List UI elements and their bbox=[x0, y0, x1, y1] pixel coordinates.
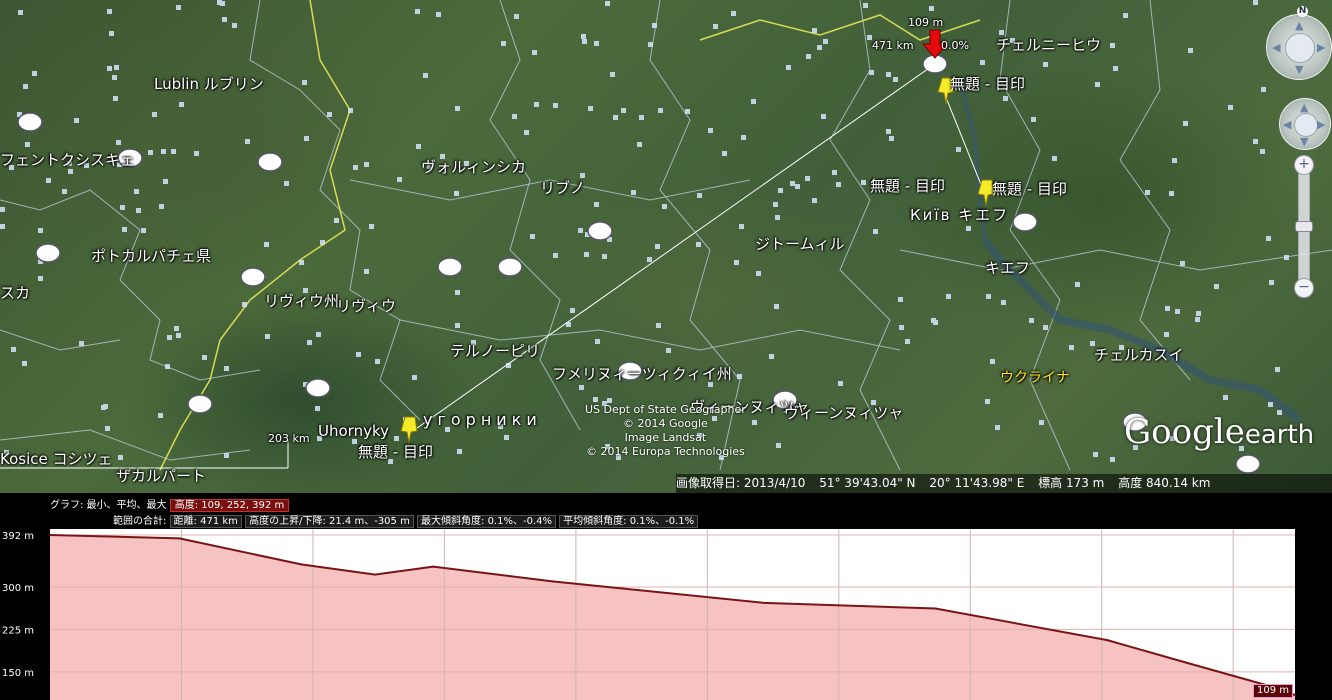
map-label-ska[interactable]: スカ bbox=[0, 282, 30, 303]
map-label-swietokrzyskie[interactable]: フェントクシスキェ bbox=[0, 149, 135, 170]
arrow-right-icon[interactable]: ▶ bbox=[1317, 42, 1325, 53]
arrow-left-icon[interactable]: ◀ bbox=[1283, 119, 1291, 130]
path-marker-slope: 0.0% bbox=[941, 39, 969, 52]
map-label-ternopil[interactable]: テルノーピリ bbox=[450, 340, 540, 361]
scale-bar-label: 203 km bbox=[268, 432, 310, 445]
placemark-label[interactable]: 無題 - 目印 bbox=[950, 73, 1025, 94]
map-label-ukraine[interactable]: ウクライナ bbox=[1000, 367, 1070, 387]
google-earth-logo: Googleearth bbox=[1124, 412, 1315, 452]
credit-line: © 2014 Google bbox=[623, 417, 708, 430]
map-label-chernihiv[interactable]: チェルニーヒウ bbox=[996, 34, 1101, 55]
hand-icon[interactable] bbox=[1294, 113, 1318, 137]
path-marker-distance: 471 km bbox=[872, 39, 914, 52]
elevation-readout: 標高 173 m bbox=[1038, 476, 1105, 490]
map-label-lviv[interactable]: リヴィウ bbox=[336, 295, 396, 316]
map-label-rivne[interactable]: リブノ bbox=[540, 177, 585, 198]
map-label-vinnytsia-2[interactable]: ヴィーンヌィツャ bbox=[784, 402, 903, 423]
elevation-point bbox=[934, 607, 937, 610]
map-label-cherkasy[interactable]: チェルカスイ bbox=[1094, 344, 1184, 365]
map-label-uhornyky[interactable]: Uhornyky bbox=[318, 422, 389, 440]
placemark-label[interactable]: 無題 - 目印 bbox=[992, 178, 1067, 199]
zoom-out-button[interactable]: − bbox=[1294, 278, 1314, 298]
elevation-point bbox=[432, 565, 435, 568]
arrow-right-icon[interactable]: ▶ bbox=[1317, 119, 1325, 130]
arrow-up-icon[interactable]: ▲ bbox=[1300, 102, 1308, 113]
credit-line: © 2014 Europa Technologies bbox=[585, 445, 745, 458]
longitude-readout: 20° 11'43.98" E bbox=[929, 476, 1025, 490]
eye-altitude-readout: 高度 840.14 km bbox=[1118, 476, 1211, 490]
map-label-lviv-oblast[interactable]: リヴィウ州 bbox=[264, 290, 339, 311]
elevation-point bbox=[1106, 639, 1109, 642]
latitude-readout: 51° 39'43.04" N bbox=[819, 476, 916, 490]
elevation-point bbox=[178, 537, 181, 540]
map-label-uhornyky-cyrillic[interactable]: угорники bbox=[423, 410, 542, 429]
zoom-slider-handle[interactable] bbox=[1295, 221, 1313, 232]
arrow-down-icon[interactable]: ▼ bbox=[1300, 136, 1308, 147]
placemark-label[interactable]: 無題 - 目印 bbox=[870, 175, 945, 196]
map-view[interactable]: Lublin ルブリン フェントクシスキェ ヴォルィンシカ リブノ ポトカルパチ… bbox=[0, 0, 1332, 493]
elevation-chart[interactable]: 392 m 300 m 225 m 150 m bbox=[0, 493, 1332, 700]
compass-north-icon[interactable]: N bbox=[1297, 6, 1308, 17]
elevation-profile-panel[interactable]: グラフ: 最小、平均、最大 高度: 109, 252, 392 m 範囲の合計:… bbox=[0, 493, 1332, 700]
eye-icon[interactable] bbox=[1285, 33, 1315, 63]
credit-line: Image Landsat bbox=[624, 431, 707, 444]
placemark-dots bbox=[0, 0, 1289, 464]
arrow-up-icon[interactable]: ▲ bbox=[1295, 20, 1303, 31]
map-label-lublin[interactable]: Lublin ルブリン bbox=[154, 73, 264, 94]
map-label-khmelnytskyi[interactable]: フメリヌィーツィクィイ州 bbox=[552, 363, 732, 384]
credit-line: US Dept of State Geographer bbox=[585, 403, 746, 416]
map-label-zhytomyr[interactable]: ジトームィル bbox=[755, 233, 845, 254]
y-tick-label: 225 m bbox=[2, 625, 34, 636]
elevation-point bbox=[551, 580, 554, 583]
map-label-kosice[interactable]: Kosice コシツェ bbox=[0, 448, 113, 469]
elevation-point bbox=[762, 601, 765, 604]
map-label-podkarpackie[interactable]: ポトカルパチェ県 bbox=[91, 245, 211, 266]
arrow-left-icon[interactable]: ◀ bbox=[1272, 42, 1280, 53]
elevation-end-marker: 109 m bbox=[1253, 684, 1294, 698]
y-tick-label: 392 m bbox=[2, 531, 34, 542]
attribution-credits: US Dept of State Geographer © 2014 Googl… bbox=[585, 403, 746, 459]
path-marker-elevation: 109 m bbox=[908, 16, 944, 29]
elevation-point bbox=[374, 573, 377, 576]
elevation-point bbox=[1294, 694, 1296, 696]
status-bar: 画像取得日: 2013/4/10 51° 39'43.04" N 20° 11'… bbox=[676, 474, 1332, 493]
zoom-in-button[interactable]: + bbox=[1294, 155, 1314, 175]
elevation-point bbox=[49, 534, 51, 536]
elevation-point bbox=[1185, 661, 1188, 664]
elevation-point bbox=[300, 563, 303, 566]
y-tick-label: 150 m bbox=[2, 668, 34, 679]
map-label-kyiv-oblast[interactable]: キエフ bbox=[985, 257, 1030, 278]
arrow-down-icon[interactable]: ▼ bbox=[1295, 64, 1303, 75]
y-tick-label: 300 m bbox=[2, 583, 34, 594]
move-control[interactable]: ▲ ▼ ◀ ▶ bbox=[1279, 98, 1331, 150]
placemark-label[interactable]: 無題 - 目印 bbox=[358, 441, 433, 462]
map-label-kyiv[interactable]: Київ キエフ bbox=[910, 204, 1009, 225]
map-label-zakarpattia[interactable]: ザカルパート bbox=[116, 465, 206, 486]
imagery-date: 画像取得日: 2013/4/10 bbox=[676, 476, 806, 490]
map-label-volyn[interactable]: ヴォルィンシカ bbox=[421, 156, 526, 177]
look-control[interactable]: N ▲ ▼ ◀ ▶ bbox=[1266, 6, 1332, 80]
